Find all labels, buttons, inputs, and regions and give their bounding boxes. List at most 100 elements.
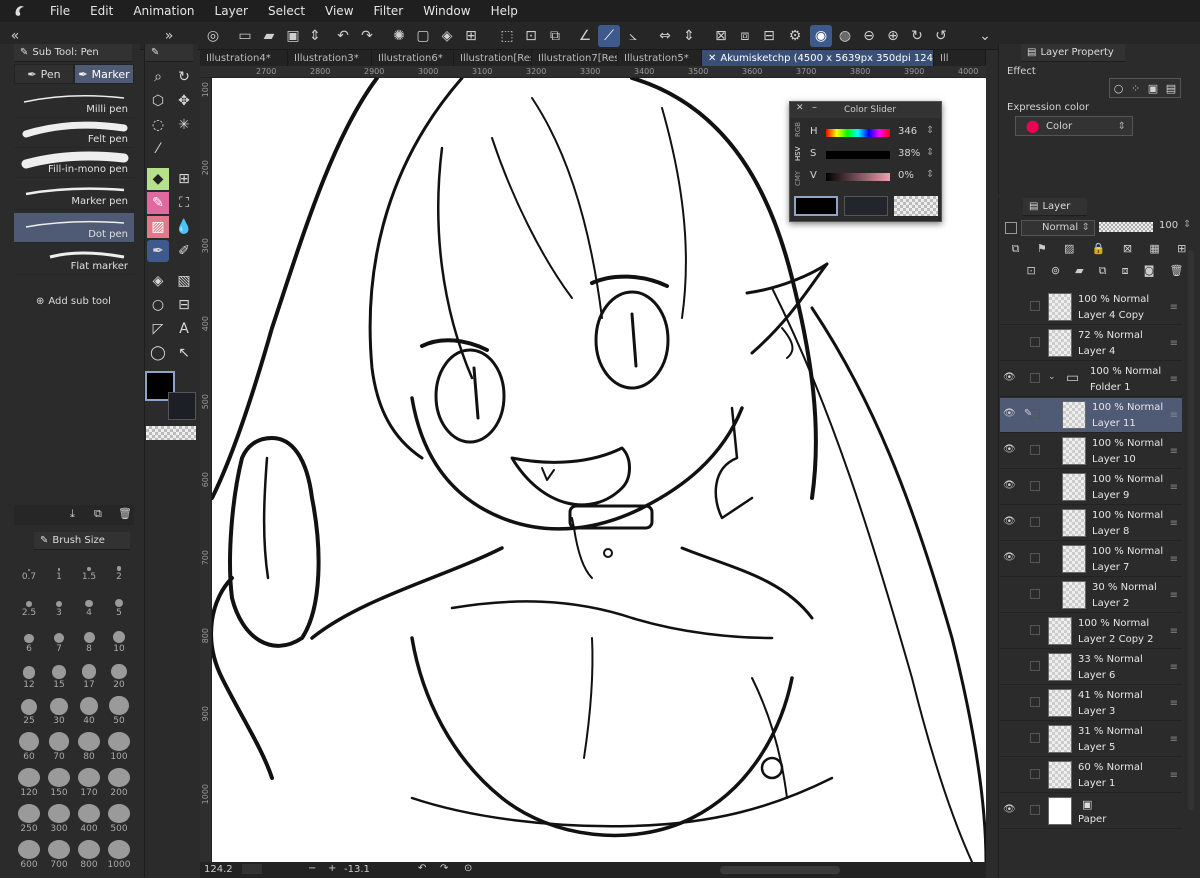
hue-slider[interactable] bbox=[826, 129, 890, 137]
layer-check-box[interactable] bbox=[1030, 661, 1040, 671]
draft-layer-icon[interactable]: ▨ bbox=[1064, 242, 1074, 260]
layer-check-box[interactable] bbox=[1030, 301, 1040, 311]
clip-icon[interactable]: ⧉ bbox=[1012, 242, 1020, 260]
layer-row[interactable]: 👁 ✎ 100 % Normal Layer 11 ≡ bbox=[1000, 398, 1182, 433]
layer-check-box[interactable] bbox=[1030, 445, 1040, 455]
layer-menu-icon[interactable]: ≡ bbox=[1170, 446, 1178, 457]
undo-icon[interactable]: ↶ bbox=[332, 25, 354, 47]
pen-tool-icon[interactable]: ✒ bbox=[147, 240, 169, 262]
layer-menu-icon[interactable]: ≡ bbox=[1170, 482, 1178, 493]
close-tab-icon[interactable]: ✕ bbox=[708, 53, 716, 64]
menu-file[interactable]: File bbox=[40, 0, 80, 22]
rotate-left-icon[interactable]: ↺ bbox=[930, 25, 952, 47]
menu-edit[interactable]: Edit bbox=[80, 0, 123, 22]
close-panel-icon[interactable]: ✕ bbox=[796, 103, 804, 113]
brush-size-option[interactable]: 300 bbox=[44, 804, 74, 834]
brush-size-option[interactable]: 12 bbox=[14, 660, 44, 690]
loading-icon[interactable]: ✺ bbox=[388, 25, 410, 47]
hue-value[interactable]: 346 bbox=[898, 126, 917, 137]
brush-size-option[interactable]: 60 bbox=[14, 732, 44, 762]
color-picker-icon[interactable]: ◍ bbox=[834, 25, 856, 47]
zoom-out-button[interactable]: − bbox=[308, 863, 316, 874]
line-snap-icon[interactable]: ⟋ bbox=[598, 25, 620, 47]
doc-tab[interactable]: Ill bbox=[934, 50, 986, 66]
reset-rotation-button[interactable]: ⊙ bbox=[464, 863, 472, 874]
layer-row[interactable]: 100 % Normal Layer 2 Copy 2 ≡ bbox=[1000, 614, 1182, 649]
zoom-in-icon[interactable]: ⊕ bbox=[882, 25, 904, 47]
zoom-tool-icon[interactable]: ⌕ bbox=[147, 66, 169, 88]
rotation-value[interactable]: -13.1 bbox=[344, 864, 370, 875]
doc-tab[interactable]: Illustration7[Res bbox=[532, 50, 618, 66]
move-rotate-tool-icon[interactable]: ↻ bbox=[173, 66, 195, 88]
doc-tab[interactable]: Illustration[Rest bbox=[454, 50, 532, 66]
bucket-tool-icon[interactable]: ◈ bbox=[147, 270, 169, 292]
frame-icon[interactable]: ⧈ bbox=[734, 25, 756, 47]
fill-icon[interactable]: ◈ bbox=[436, 25, 458, 47]
brush-size-option[interactable]: 150 bbox=[44, 768, 74, 798]
lock-icon[interactable]: 🔒 bbox=[1092, 242, 1106, 260]
layer-toggle-box[interactable] bbox=[1005, 222, 1017, 234]
select-all-icon[interactable]: ⬚ bbox=[496, 25, 518, 47]
companion-icon[interactable]: ◎ bbox=[202, 25, 224, 47]
blend-tool-icon[interactable]: 💧 bbox=[173, 216, 195, 238]
new-vector-layer-icon[interactable]: ⊚ bbox=[1051, 264, 1060, 282]
brush-size-option[interactable]: 200 bbox=[104, 768, 134, 798]
brush-size-option[interactable]: 100 bbox=[104, 732, 134, 762]
layer-property-tab[interactable]: ▤ Layer Property bbox=[1021, 44, 1125, 62]
effect-more-icon[interactable]: ▤ bbox=[1166, 82, 1176, 95]
brush-size-option[interactable]: 800 bbox=[74, 840, 104, 870]
menu-select[interactable]: Select bbox=[258, 0, 315, 22]
pen-pink-tool-icon[interactable]: ✎ bbox=[147, 192, 169, 214]
blend-mode-select[interactable]: Normal ⇕ bbox=[1021, 220, 1095, 236]
eye-icon[interactable]: 👁 bbox=[1003, 804, 1016, 815]
layer-menu-icon[interactable]: ≡ bbox=[1170, 374, 1178, 385]
eye-icon[interactable]: 👁 bbox=[1003, 480, 1016, 491]
brush-size-option[interactable]: 120 bbox=[14, 768, 44, 798]
zoom-in-button[interactable]: + bbox=[328, 863, 336, 874]
brush-size-option[interactable]: 3 bbox=[44, 588, 74, 618]
transfer-down-icon[interactable]: ⧉ bbox=[1099, 264, 1107, 282]
zoom-stepper[interactable] bbox=[242, 864, 262, 874]
brush-milli-pen[interactable]: Milli pen bbox=[14, 88, 134, 118]
trash-icon[interactable]: 🗑 bbox=[118, 507, 132, 520]
brush-size-option[interactable]: 2 bbox=[104, 552, 134, 582]
layer-check-box[interactable] bbox=[1030, 805, 1040, 815]
layer-check-box[interactable] bbox=[1030, 769, 1040, 779]
delete-layer-icon[interactable]: 🗑 bbox=[1169, 264, 1183, 282]
brush-size-option[interactable]: 4 bbox=[74, 588, 104, 618]
brush-size-option[interactable]: 400 bbox=[74, 804, 104, 834]
brush-size-option[interactable]: 17 bbox=[74, 660, 104, 690]
menu-window[interactable]: Window bbox=[413, 0, 480, 22]
brush-size-option[interactable]: 25 bbox=[14, 696, 44, 726]
brush-size-option[interactable]: 50 bbox=[104, 696, 134, 726]
tab-cmy[interactable]: CMY bbox=[794, 171, 806, 186]
deselect-icon[interactable]: ⊡ bbox=[520, 25, 542, 47]
figure-tool-icon[interactable]: ○ bbox=[147, 294, 169, 316]
layer-menu-icon[interactable]: ≡ bbox=[1170, 554, 1178, 565]
brush-size-option[interactable]: 15 bbox=[44, 660, 74, 690]
brush-size-option[interactable]: 7 bbox=[44, 624, 74, 654]
layer-menu-icon[interactable]: ≡ bbox=[1170, 626, 1178, 637]
layer-menu-icon[interactable]: ≡ bbox=[1170, 590, 1178, 601]
brush-size-option[interactable]: 700 bbox=[44, 840, 74, 870]
eye-icon[interactable]: 👁 bbox=[1003, 444, 1016, 455]
doc-tab[interactable]: Illustration3* bbox=[288, 50, 372, 66]
layer-row[interactable]: 👁 ▣ Paper bbox=[1000, 794, 1182, 829]
brush-fill-in-mono-pen[interactable]: Fill-in-mono pen bbox=[14, 148, 134, 178]
value-stepper-icon[interactable]: ⇕ bbox=[926, 169, 934, 180]
layer-row[interactable]: 41 % Normal Layer 3 ≡ bbox=[1000, 686, 1182, 721]
saturation-slider[interactable] bbox=[826, 151, 890, 159]
layer-row[interactable]: 👁 100 % Normal Layer 9 ≡ bbox=[1000, 470, 1182, 505]
brush-size-option[interactable]: 170 bbox=[74, 768, 104, 798]
text-tool-icon[interactable]: A bbox=[173, 318, 195, 340]
doc-tab-active[interactable]: ✕ Akumisketchp (4500 x 5639px 350dpi 124.… bbox=[702, 50, 934, 66]
brush-size-option[interactable]: 1000 bbox=[104, 840, 134, 870]
stepper-icon[interactable]: ⇕ bbox=[304, 25, 326, 47]
tab-marker[interactable]: ✒ Marker bbox=[74, 64, 134, 84]
eye-icon[interactable]: 👁 bbox=[1003, 408, 1016, 419]
navigator-icon[interactable]: ⊠ bbox=[710, 25, 732, 47]
tool-tab[interactable]: ✎ bbox=[145, 44, 193, 62]
brush-size-option[interactable]: 10 bbox=[104, 624, 134, 654]
layer-menu-icon[interactable]: ≡ bbox=[1170, 302, 1178, 313]
reference-icon[interactable]: ⊟ bbox=[758, 25, 780, 47]
